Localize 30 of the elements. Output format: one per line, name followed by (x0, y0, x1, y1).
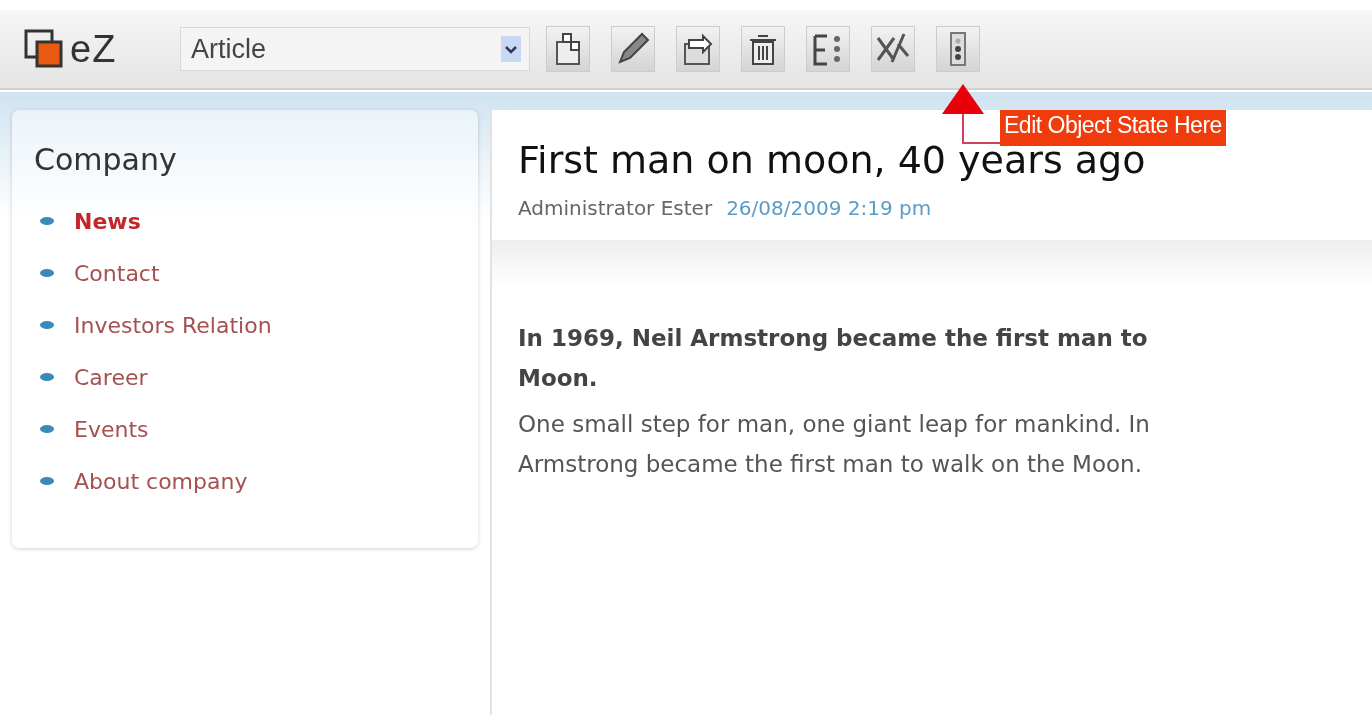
logo-icon (24, 29, 64, 69)
sidebar-title: Company (34, 142, 178, 177)
sidebar-link[interactable]: Investors Relation (74, 312, 272, 338)
article-intro: In 1969, Neil Armstrong became the first man to Moon. (518, 324, 1149, 393)
sidebar-link[interactable]: News (74, 208, 141, 234)
toolbar-button[interactable] (871, 26, 915, 72)
toolbar-button[interactable] (741, 26, 785, 72)
toolbar-button[interactable] (611, 26, 655, 72)
toolbar-button[interactable] (936, 26, 980, 72)
toolbar-button[interactable] (676, 26, 720, 72)
article-author: Administrator Ester (518, 196, 713, 220)
bullet-icon (40, 425, 54, 433)
callout-arrow (940, 82, 1002, 146)
annotation-label: Edit Object State Here (1000, 110, 1226, 146)
bullet-icon (40, 217, 54, 225)
bullet-icon (40, 321, 54, 329)
bullet-icon (40, 269, 54, 277)
bullet-icon (40, 477, 54, 485)
article-body: One small step for man, one giant leap for mankind. In Armstrong became the first man to walk on the Moon. (518, 410, 1151, 479)
class-dropdown[interactable]: Article (180, 27, 530, 71)
sidebar-link[interactable]: Events (74, 416, 149, 442)
sidebar-link[interactable]: Career (74, 364, 148, 390)
sidebar-link[interactable]: About company (74, 468, 248, 494)
article-date: 26/08/2009 2:19 pm (726, 196, 932, 220)
caret-icon (501, 36, 521, 62)
logo-text: eZ (70, 27, 117, 71)
toolbar-button[interactable] (806, 26, 850, 72)
bullet-icon (40, 373, 54, 381)
sidebar-link[interactable]: Contact (74, 260, 160, 286)
toolbar-button[interactable] (546, 26, 590, 72)
